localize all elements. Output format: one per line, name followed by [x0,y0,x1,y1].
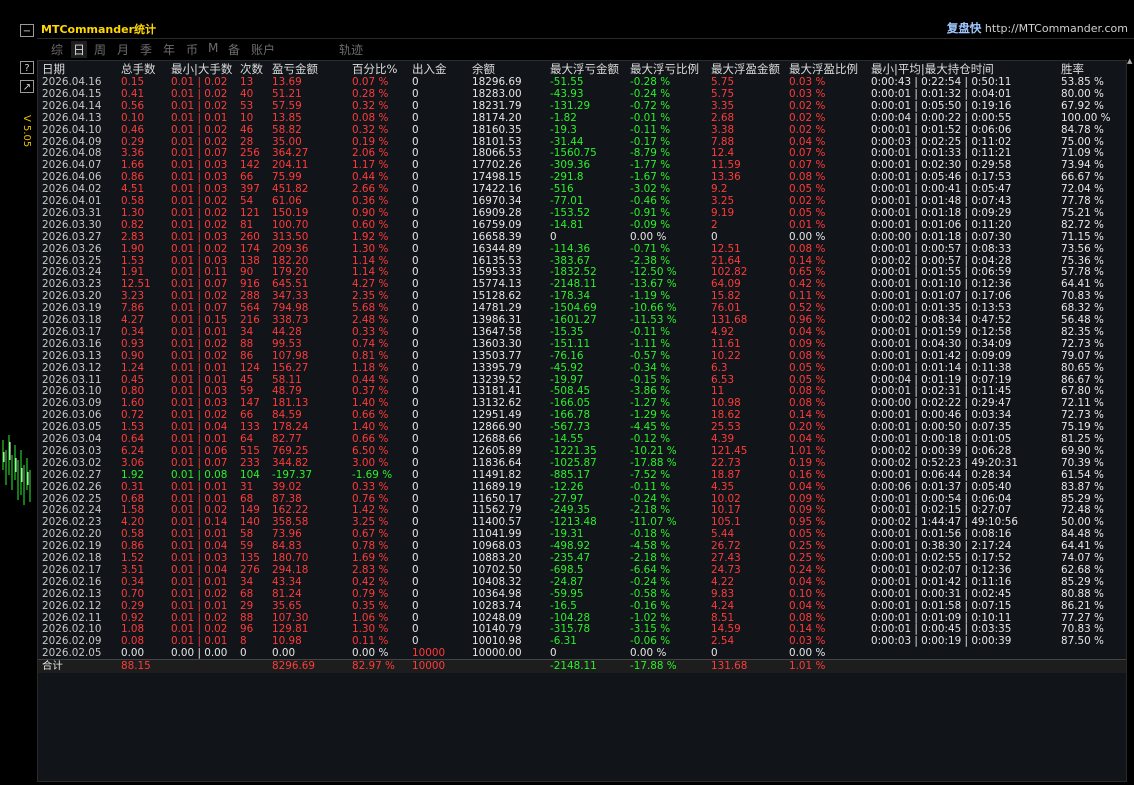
column-header-pnl-percent[interactable]: 百分比% [352,63,397,76]
column-header-min-max-lots[interactable]: 最小|大手数 [171,63,232,76]
minimize-button[interactable]: − [20,24,34,37]
table-header: 日期 总手数 最小|大手数 次数 盈亏金额 百分比% 出入金 余额 最大浮亏金额 最大浮亏比例 最大… [38,63,1126,76]
column-header-max-float-loss[interactable]: 最大浮亏金额 [550,63,619,76]
total-total-lots: 88.15 [121,660,151,673]
total-pnl-percent: 82.97 % [352,660,395,673]
site-link[interactable]: http://MTCommander.com [985,22,1128,35]
total-deposit: 10000 [412,660,446,673]
price-bars-icon [2,435,31,505]
tab-year[interactable]: 年 [163,41,175,58]
total-max-float-loss-pct: -17.88 % [630,660,677,673]
table-total-row: 合计 88.15 8296.69 82.97 % 10000 -2148.11 -17.88… [38,659,1126,674]
column-header-pnl-amount[interactable]: 盈亏金额 [272,63,318,76]
app-title: MTCommander统计 [41,23,157,36]
tab-comprehensive[interactable]: 综 [51,41,63,58]
tab-week[interactable]: 周 [94,41,106,58]
replay-link[interactable]: 复盘快 [947,21,982,35]
tab-quarter[interactable]: 季 [140,41,152,58]
column-header-max-float-profit-pct[interactable]: 最大浮盈比例 [789,63,858,76]
total-date: 合计 [42,660,63,673]
column-header-win-rate[interactable]: 胜率 [1061,63,1084,76]
column-header-hold-time[interactable]: 最小|平均|最大持仓时间 [871,63,994,76]
help-button[interactable]: ? [20,61,34,74]
window-titlebar: MTCommander统计 复盘快 http://MTCommander.com [37,18,1134,39]
column-header-trade-count[interactable]: 次数 [240,63,263,76]
header-right: 复盘快 http://MTCommander.com [947,20,1128,36]
total-max-float-profit: 131.68 [711,660,748,673]
tab-account[interactable]: 账户 [251,41,275,58]
total-max-float-loss: -2148.11 [550,660,597,673]
column-header-date[interactable]: 日期 [42,63,65,76]
tab-month[interactable]: 月 [117,41,129,58]
tab-day[interactable]: 日 [71,41,88,58]
column-header-deposit[interactable]: 出入金 [412,63,447,76]
tab-currency[interactable]: 币 [186,41,198,58]
period-tabs: 综 日 周 月 季 年 币 M 备 账户 轨迹 [37,39,1127,59]
total-pnl-amount: 8296.69 [272,660,315,673]
column-header-total-lots[interactable]: 总手数 [121,63,156,76]
tab-magic[interactable]: M [208,41,218,55]
expand-button[interactable]: ↗ [20,80,34,93]
tab-trace[interactable]: 轨迹 [339,41,363,58]
scrollbar[interactable] [1127,58,1134,785]
scroll-up-icon[interactable]: ▲ [1127,58,1134,65]
left-sidebar: − ? ↗ V 5.05 [0,0,37,785]
tab-note[interactable]: 备 [228,41,240,58]
column-header-max-float-profit[interactable]: 最大浮盈金额 [711,63,780,76]
stats-table: 日期 总手数 最小|大手数 次数 盈亏金额 百分比% 出入金 余额 最大浮亏金额 最大浮亏比例 最大… [37,60,1127,782]
total-max-float-profit-pct: 1.01 % [789,660,826,673]
version-label: V 5.05 [21,115,32,148]
column-header-balance[interactable]: 余额 [472,63,495,76]
column-header-max-float-loss-pct[interactable]: 最大浮亏比例 [630,63,699,76]
